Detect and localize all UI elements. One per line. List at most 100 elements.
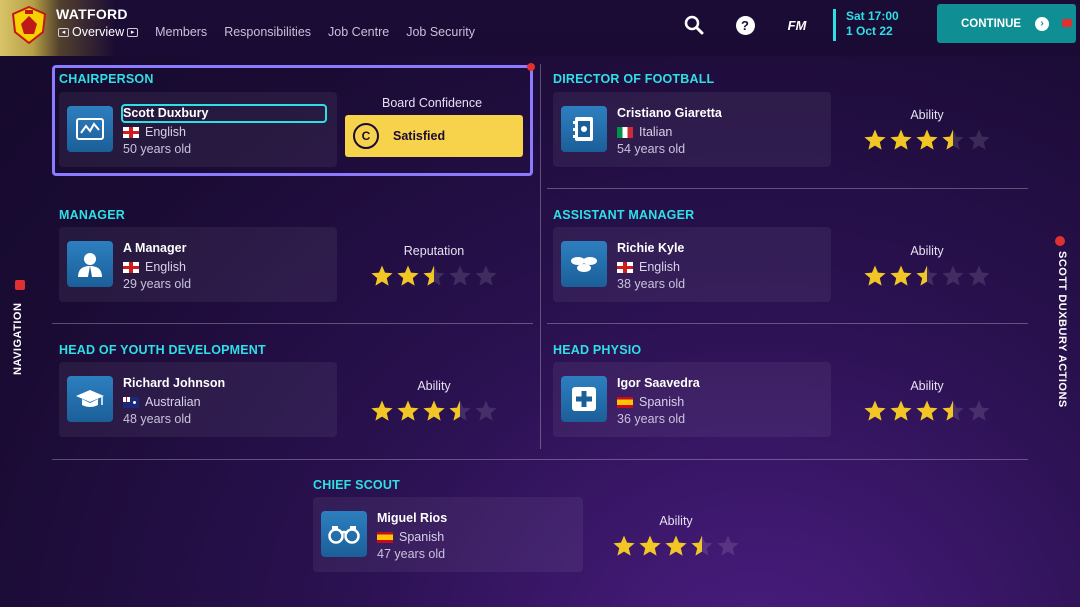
england-flag-icon — [123, 126, 139, 138]
star-icon — [397, 265, 419, 286]
director-age: 54 years old — [617, 142, 686, 156]
physio-nationality: Spanish — [617, 395, 684, 409]
star-icon — [423, 265, 445, 286]
assistant-card[interactable]: Richie Kyle English 38 years old — [553, 227, 831, 302]
chairperson-name[interactable]: Scott Duxbury — [123, 106, 208, 120]
spain-flag-icon — [377, 531, 393, 543]
chairperson-age: 50 years old — [123, 142, 192, 156]
navigation-key-icon — [15, 280, 25, 290]
star-icon — [371, 265, 393, 286]
assistant-rating-label: Ability — [910, 244, 944, 258]
scout-rating[interactable]: Ability — [606, 514, 746, 558]
manager-name[interactable]: A Manager — [123, 241, 186, 255]
column-divider — [540, 64, 541, 449]
game-date[interactable]: Sat 17:00 1 Oct 22 — [833, 9, 899, 41]
youth-nationality: Australian — [123, 395, 201, 409]
physio-age: 36 years old — [617, 412, 686, 426]
chairperson-nationality-label: English — [145, 125, 186, 139]
tab-overview[interactable]: ◂ Overview ▸ — [58, 25, 139, 39]
board-confidence-label: Board Confidence — [382, 96, 483, 110]
scout-card[interactable]: Miguel Rios Spanish 47 years old — [313, 497, 583, 572]
youth-rating[interactable]: Ability — [364, 379, 504, 423]
director-name[interactable]: Cristiano Giaretta — [617, 106, 722, 120]
youth-name[interactable]: Richard Johnson — [123, 376, 225, 390]
assistant-name[interactable]: Richie Kyle — [617, 241, 684, 255]
help-icon[interactable]: ? — [734, 14, 756, 36]
club-badge-icon[interactable] — [12, 6, 46, 44]
tab-job-security[interactable]: Job Security — [406, 25, 475, 39]
tab-members[interactable]: Members — [155, 25, 207, 39]
star-icon — [968, 129, 990, 150]
star-icon — [864, 129, 886, 150]
row-divider — [547, 188, 1028, 189]
physio-card[interactable]: Igor Saavedra Spanish 36 years old — [553, 362, 831, 437]
game-day-time: Sat 17:00 — [846, 9, 899, 23]
assistant-stars — [857, 264, 997, 288]
continue-button[interactable]: CONTINUE › — [937, 4, 1076, 43]
youth-card[interactable]: Richard Johnson Australian 48 years old — [59, 362, 337, 437]
manager-rating[interactable]: Reputation — [364, 244, 504, 288]
youth-rating-label: Ability — [417, 379, 451, 393]
star-icon — [691, 535, 713, 556]
star-icon — [397, 400, 419, 421]
row-divider — [547, 323, 1028, 324]
youth-age: 48 years old — [123, 412, 192, 426]
tab-overview-label: Overview — [72, 25, 125, 39]
board-confidence-value: Satisfied — [393, 129, 446, 143]
star-icon — [475, 400, 497, 421]
row-divider — [52, 459, 1028, 460]
director-rating[interactable]: Ability — [857, 108, 997, 152]
physio-title: HEAD PHYSIO — [553, 343, 642, 357]
star-icon — [890, 400, 912, 421]
navigation-toggle[interactable]: NAVIGATION — [12, 280, 28, 380]
youth-stars — [364, 399, 504, 423]
youth-nationality-label: Australian — [145, 395, 201, 409]
actions-toggle[interactable]: SCOTT DUXBURY ACTIONS — [1052, 236, 1070, 421]
navigation-label: NAVIGATION — [12, 302, 24, 375]
scout-age: 47 years old — [377, 547, 446, 561]
tactics-book-icon — [561, 106, 607, 152]
prev-tab-key-icon: ◂ — [58, 27, 69, 37]
star-icon — [968, 400, 990, 421]
star-icon — [890, 129, 912, 150]
assistant-rating[interactable]: Ability — [857, 244, 997, 288]
tab-responsibilities[interactable]: Responsibilities — [224, 25, 311, 39]
search-icon[interactable] — [683, 14, 705, 36]
star-icon — [942, 129, 964, 150]
physio-rating[interactable]: Ability — [857, 379, 997, 423]
binoculars-icon — [321, 511, 367, 557]
assistant-title: ASSISTANT MANAGER — [553, 208, 695, 222]
star-icon — [423, 400, 445, 421]
cones-icon — [561, 241, 607, 287]
star-icon — [864, 400, 886, 421]
confidence-c-icon: C — [353, 123, 379, 149]
manager-card[interactable]: A Manager English 29 years old — [59, 227, 337, 302]
actions-key-icon — [1055, 236, 1065, 246]
star-icon — [371, 400, 393, 421]
fm-logo-button[interactable]: FM — [786, 14, 808, 36]
star-icon — [613, 535, 635, 556]
board-confidence-button[interactable]: C Satisfied — [345, 115, 523, 157]
continue-label: CONTINUE — [961, 17, 1022, 30]
scout-name[interactable]: Miguel Rios — [377, 511, 447, 525]
manager-age: 29 years old — [123, 277, 192, 291]
star-icon — [916, 129, 938, 150]
chairperson-card[interactable]: Scott Duxbury English 50 years old — [59, 92, 337, 167]
physio-name[interactable]: Igor Saavedra — [617, 376, 700, 390]
manager-nationality-label: English — [145, 260, 186, 274]
director-card[interactable]: Cristiano Giaretta Italian 54 years old — [553, 92, 831, 167]
england-flag-icon — [123, 261, 139, 273]
manager-title: MANAGER — [59, 208, 125, 222]
star-icon — [942, 265, 964, 286]
tab-job-centre[interactable]: Job Centre — [328, 25, 389, 39]
scout-nationality-label: Spanish — [399, 530, 445, 544]
star-icon — [449, 265, 471, 286]
scout-nationality: Spanish — [377, 530, 444, 544]
row-divider — [52, 323, 533, 324]
next-tab-key-icon: ▸ — [127, 27, 139, 37]
chart-icon — [67, 106, 113, 152]
club-name: WATFORD — [56, 6, 128, 22]
arrow-right-icon: › — [1035, 16, 1050, 31]
physio-nationality-label: Spanish — [639, 395, 685, 409]
youth-title: HEAD OF YOUTH DEVELOPMENT — [59, 343, 266, 357]
